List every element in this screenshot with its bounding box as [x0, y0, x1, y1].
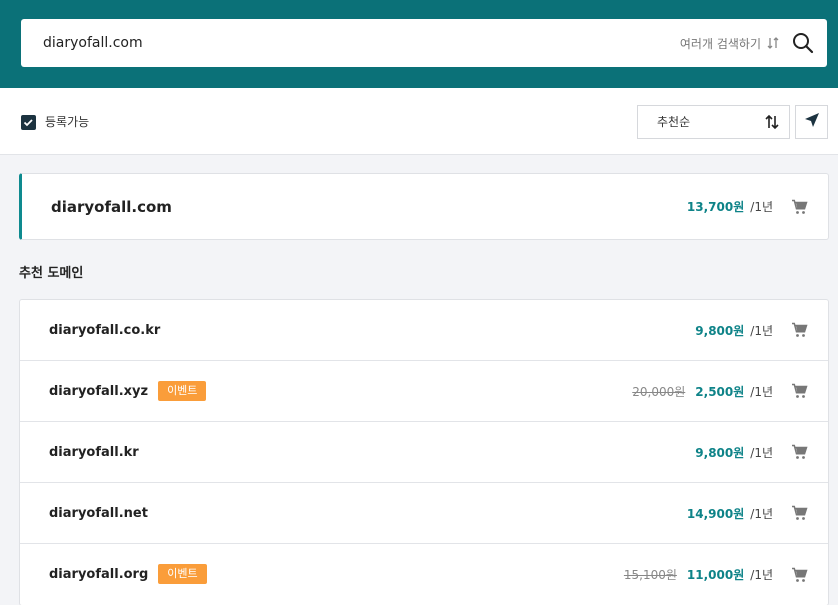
domain-name: diaryofall.xyz [49, 384, 149, 399]
list-item: diaryofall.co.kr 9,800원 /1년 [20, 300, 828, 361]
domain-period: /1년 [750, 323, 773, 338]
cart-icon[interactable] [791, 567, 808, 587]
multi-search-toggle[interactable]: 여러개 검색하기 [680, 19, 779, 67]
domain-price: 11,000원 [686, 568, 745, 582]
list-item: diaryofall.kr 9,800원 /1년 [20, 422, 828, 483]
domain-name: diaryofall.co.kr [49, 323, 161, 338]
cart-icon[interactable] [791, 505, 808, 525]
main-result-period: /1년 [750, 200, 773, 214]
event-badge: 이벤트 [158, 381, 207, 401]
domain-period: /1년 [750, 506, 773, 521]
domain-price: 14,900원 [686, 506, 745, 521]
search-icon [791, 33, 815, 59]
domain-period: /1년 [750, 384, 773, 399]
domain-price: 2,500원 [695, 384, 745, 399]
domain-price: 9,800원 [695, 323, 745, 338]
recommend-title: 추천 도메인 [19, 266, 84, 281]
domain-period: /1년 [750, 568, 773, 582]
header-bar: 여러개 검색하기 [0, 0, 838, 88]
share-button[interactable] [795, 105, 828, 139]
domain-price: 9,800원 [695, 445, 745, 460]
available-checkbox[interactable] [21, 115, 36, 130]
multi-search-label: 여러개 검색하기 [679, 36, 761, 51]
domain-period: /1년 [750, 445, 773, 460]
domain-old-price: 20,000원 [632, 384, 686, 399]
domain-name: diaryofall.org [49, 567, 149, 582]
sort-toggle-icon [767, 37, 779, 49]
list-item: diaryofall.net 14,900원 /1년 [20, 483, 828, 544]
search-input[interactable] [43, 19, 543, 67]
sort-dropdown[interactable]: 추천순 [637, 105, 790, 139]
domain-name: diaryofall.kr [49, 445, 139, 460]
filter-bar: 등록가능 추천순 [0, 88, 838, 155]
available-label: 등록가능 [45, 115, 90, 129]
cart-icon[interactable] [791, 199, 808, 219]
recommend-list: diaryofall.co.kr 9,800원 /1년 diaryofall.x… [19, 299, 829, 605]
main-result-price: 13,700원 [686, 200, 745, 214]
check-icon [21, 115, 36, 134]
list-item: diaryofall.xyz 이벤트 20,000원 2,500원 /1년 [20, 361, 828, 422]
cart-icon[interactable] [791, 322, 808, 342]
search-button[interactable] [791, 31, 815, 55]
cart-icon[interactable] [791, 444, 808, 464]
sort-arrows-icon [765, 114, 779, 134]
event-badge: 이벤트 [158, 564, 207, 584]
list-item: diaryofall.org 이벤트 15,100원 11,000원 /1년 [20, 544, 828, 605]
domain-name: diaryofall.net [49, 506, 148, 521]
domain-old-price: 15,100원 [623, 568, 677, 582]
cart-icon[interactable] [791, 383, 808, 403]
main-result-card: diaryofall.com 13,700원 /1년 [19, 173, 829, 240]
main-result-price-wrap: 13,700원 /1년 [687, 174, 773, 239]
search-box: 여러개 검색하기 [21, 19, 827, 67]
send-icon [804, 112, 820, 132]
main-result-domain: diaryofall.com [51, 198, 172, 216]
sort-label: 추천순 [657, 115, 691, 129]
